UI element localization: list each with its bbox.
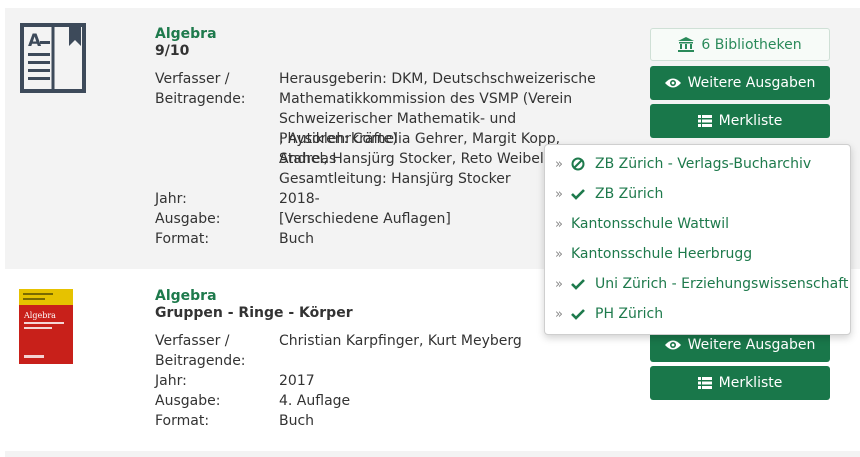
library-link[interactable]: » Uni Zürich - Erziehungswissenschaft <box>555 276 848 292</box>
field-label: Beitragende: <box>155 353 246 369</box>
chevron-right-icon: » <box>555 216 563 232</box>
library-name: ZB Zürich <box>595 186 664 202</box>
ban-icon <box>571 157 587 171</box>
chevron-right-icon: » <box>555 246 563 262</box>
eye-icon <box>664 77 681 89</box>
watchlist-label: Merkliste <box>718 375 783 391</box>
more-editions-label: Weitere Ausgaben <box>687 337 816 353</box>
watchlist-button[interactable]: Merkliste <box>650 366 830 400</box>
chevron-right-icon: » <box>555 276 563 292</box>
library-link[interactable]: » Kantonsschule Wattwil <box>555 216 729 232</box>
library-name: Uni Zürich - Erziehungswissenschaft <box>595 276 849 292</box>
result-title-link[interactable]: Algebra <box>155 26 217 42</box>
check-icon <box>571 307 587 321</box>
watchlist-label: Merkliste <box>718 113 783 129</box>
library-link[interactable]: » ZB Zürich - Verlags-Bucharchiv <box>555 156 811 172</box>
library-link[interactable]: » PH Zürich <box>555 306 663 322</box>
libraries-button[interactable]: 6 Bibliotheken <box>650 28 830 61</box>
field-label: Verfasser / <box>155 71 230 87</box>
field-label: Beitragende: <box>155 91 246 107</box>
libraries-label: 6 Bibliotheken <box>701 36 802 53</box>
more-editions-button[interactable]: Weitere Ausgaben <box>650 66 830 100</box>
library-name: PH Zürich <box>595 306 664 322</box>
eye-icon <box>664 339 681 351</box>
next-result-row <box>5 451 860 457</box>
result-subtitle: Gruppen - Ringe - Körper <box>155 305 353 321</box>
library-name: ZB Zürich - Verlags-Bucharchiv <box>595 156 812 172</box>
list-icon <box>697 377 712 389</box>
library-dropdown: » ZB Zürich - Verlags-Bucharchiv » ZB Zü… <box>544 144 851 335</box>
author-value: Herausgeberin: DKM, Deutschschweizerisch… <box>279 71 596 87</box>
format-value: Buch <box>279 413 315 429</box>
edition-label: Ausgabe: <box>155 393 221 409</box>
library-name: Kantonsschule Wattwil <box>571 216 730 232</box>
watchlist-button[interactable]: Merkliste <box>650 104 830 138</box>
bank-icon <box>678 37 695 52</box>
library-name: Kantonsschule Heerbrugg <box>571 246 753 262</box>
library-link[interactable]: » Kantonsschule Heerbrugg <box>555 246 752 262</box>
format-label: Format: <box>155 413 210 429</box>
edition-label: Ausgabe: <box>155 211 221 227</box>
year-value: 2017 <box>279 373 315 389</box>
list-icon <box>697 115 712 127</box>
format-label: Format: <box>155 231 210 247</box>
year-label: Jahr: <box>155 191 187 207</box>
field-label: Verfasser / <box>155 333 230 349</box>
check-icon <box>571 187 587 201</box>
check-icon <box>571 277 587 291</box>
svg-text:A: A <box>28 31 42 51</box>
edition-value: 4. Auflage <box>279 393 351 409</box>
result-title-link[interactable]: Algebra <box>155 288 217 304</box>
book-cover-image[interactable]: Algebra <box>19 289 73 364</box>
result-subtitle: 9/10 <box>155 43 190 59</box>
library-link[interactable]: » ZB Zürich <box>555 186 663 202</box>
author-value: Mathematikkommission des VSMP (Verein <box>279 91 573 107</box>
chevron-right-icon: » <box>555 306 563 322</box>
chevron-right-icon: » <box>555 156 563 172</box>
book-icon: A <box>19 22 87 94</box>
chevron-right-icon: » <box>555 186 563 202</box>
more-editions-label: Weitere Ausgaben <box>687 75 816 91</box>
year-label: Jahr: <box>155 373 187 389</box>
